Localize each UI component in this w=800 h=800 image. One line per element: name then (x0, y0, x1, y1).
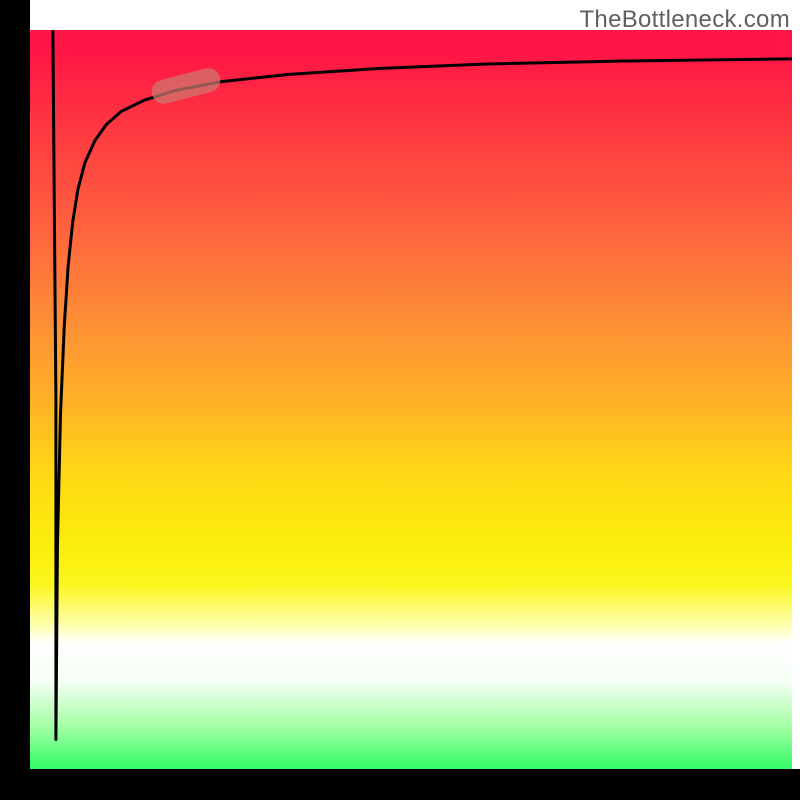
watermark-text: TheBottleneck.com (579, 6, 790, 34)
axis-bottom-frame (0, 769, 800, 800)
curve-plot (30, 30, 792, 769)
axis-left-frame (0, 0, 30, 800)
